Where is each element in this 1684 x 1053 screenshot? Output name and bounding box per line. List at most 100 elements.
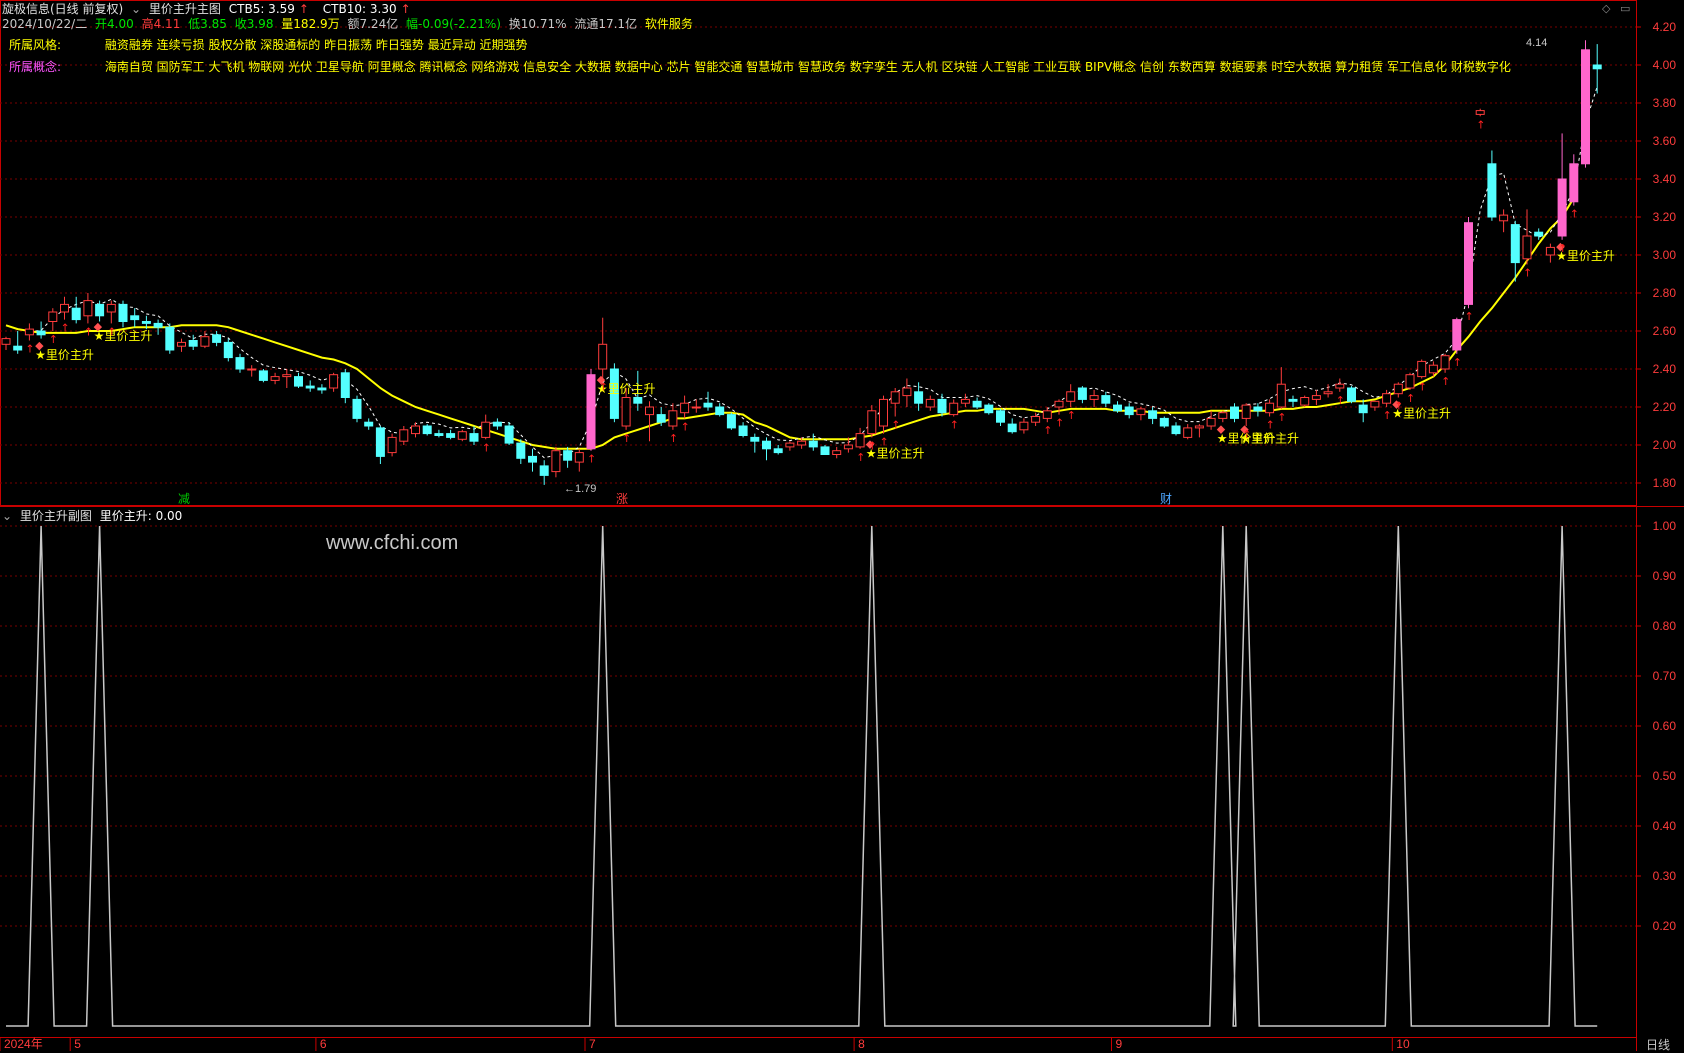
x-tick-label: 7 [589, 1037, 596, 1051]
up-arrow-icon: ↑ [1266, 419, 1275, 432]
main-frame [0, 0, 1637, 506]
candle-body [1347, 387, 1356, 402]
candle-body [141, 321, 151, 324]
up-arrow-icon: ↑ [1441, 375, 1450, 388]
candle-body [24, 328, 34, 336]
window-controls: ◇ ▭ [1602, 2, 1630, 15]
candle-body [340, 372, 350, 398]
candle-body [1428, 364, 1438, 374]
candle-body [762, 440, 771, 450]
candle-body [1405, 374, 1415, 389]
candle-body [223, 341, 233, 359]
candle-body [1089, 395, 1099, 400]
candle-body [1136, 408, 1146, 416]
candle-body [1487, 163, 1497, 218]
up-arrow-icon: ↑ [880, 436, 889, 449]
candle-body [270, 376, 280, 381]
candle-body [1510, 224, 1520, 264]
sub-header: ⌄ 里价主升副图 里价主升: 0.00 [2, 509, 186, 523]
style-label: 所属风格: [9, 38, 62, 52]
y-tick-label: 3.40 [1653, 172, 1677, 186]
candle-body [1452, 319, 1462, 351]
up-arrow-icon: ↑ [298, 2, 309, 16]
y-tick-label: 2.80 [1653, 286, 1677, 300]
up-arrow-icon: ↑ [49, 333, 58, 346]
style-text: 融资融券 连续亏损 股权分散 深股通标的 昨日振荡 昨日强势 最近异动 近期强势 [104, 38, 528, 52]
candle-body [1581, 49, 1590, 165]
candle-body [1183, 427, 1193, 438]
period-label[interactable]: 日线 [1646, 1036, 1670, 1053]
candle-body [984, 404, 994, 414]
signal-diamond-icon: ◆ [1217, 422, 1226, 435]
candle-body [1475, 110, 1485, 115]
y-tick-label: 1.00 [1653, 519, 1677, 533]
y-tick-label: 4.20 [1653, 20, 1677, 34]
candle-body [1007, 423, 1017, 433]
candle-body [481, 421, 491, 438]
candle-body [282, 374, 292, 378]
event-marker: 涨 [616, 491, 628, 506]
candle-body [925, 398, 935, 408]
candle-body [200, 336, 210, 347]
collapse-icon[interactable]: ▭ [1620, 2, 1630, 15]
candle-body [715, 406, 725, 416]
candle-body [399, 429, 409, 442]
candle-body [83, 300, 93, 317]
y-tick-label: 2.00 [1653, 438, 1677, 452]
candle-body [258, 370, 268, 381]
candle-body [165, 326, 175, 351]
candle-body [329, 374, 339, 389]
candle-body [1382, 393, 1392, 404]
candle-body [1101, 395, 1111, 404]
candle-body [1230, 406, 1239, 419]
candle-body [13, 345, 23, 351]
sub-indicator-value: 里价主升: 0.00 [99, 509, 183, 523]
candle-body [1569, 163, 1579, 203]
diamond-icon[interactable]: ◇ [1602, 2, 1610, 15]
candle-body [1311, 395, 1321, 400]
candle-body [1499, 214, 1509, 222]
up-arrow-icon: ↑ [868, 439, 877, 452]
y-tick-label: 0.70 [1653, 669, 1677, 683]
y-tick-label: 3.20 [1653, 210, 1677, 224]
candle-body [516, 442, 526, 459]
ctb10-value: CTB10: 3.30 [322, 2, 397, 16]
candle-body [106, 303, 116, 313]
candle-body [750, 436, 760, 442]
industry[interactable]: 软件服务 [645, 17, 693, 31]
candle-body [598, 343, 608, 370]
signal-diamond-icon: ◆ [94, 320, 103, 333]
dropdown-icon[interactable]: ⌄ [131, 2, 141, 16]
y-tick-label: 1.80 [1653, 476, 1677, 490]
stock-title[interactable]: 旋极信息(日线 前复权) [2, 2, 123, 16]
candle-body [1124, 406, 1134, 416]
sub-indicator-name[interactable]: 里价主升副图 [20, 509, 92, 523]
y-tick-label: 0.20 [1653, 919, 1677, 933]
candle-body [937, 398, 947, 414]
candle-body [668, 410, 678, 427]
candle-body [317, 387, 327, 391]
signal-label: ★里价主升 [94, 329, 153, 343]
indicator-name[interactable]: 里价主升主图 [149, 2, 221, 16]
dropdown-icon[interactable]: ⌄ [2, 509, 12, 523]
candle-body [1592, 64, 1602, 70]
candle-body [960, 398, 970, 404]
event-marker: 减 [178, 492, 190, 506]
candle-body [680, 402, 690, 414]
candle-body [247, 368, 257, 371]
change: 幅-0.09(-2.21%) [406, 17, 501, 31]
candle-body [36, 330, 46, 336]
up-arrow-icon: ↑ [891, 419, 900, 432]
header-row-1: 旋极信息(日线 前复权) ⌄ 里价主升主图 CTB5: 3.59 ↑ CTB10:… [2, 2, 415, 16]
concept-text: 海南自贸 国防军工 大飞机 物联网 光伏 卫星导航 阿里概念 腾讯概念 网络游戏… [104, 60, 1511, 74]
y-tick-label: 0.60 [1653, 719, 1677, 733]
high-price: 高4.11 [141, 17, 181, 31]
candle-body [1054, 400, 1064, 408]
concept-row: 所属概念: 海南自贸 国防军工 大飞机 物联网 光伏 卫星导航 阿里概念 腾讯概… [9, 60, 1515, 74]
up-arrow-icon: ↑ [25, 343, 34, 356]
up-arrow-icon: ↑ [1242, 428, 1251, 441]
candle-body [855, 433, 865, 448]
low-label: ←1.79 [564, 483, 596, 495]
up-arrow-icon: ↑ [1558, 242, 1567, 255]
candle-body [352, 398, 362, 419]
